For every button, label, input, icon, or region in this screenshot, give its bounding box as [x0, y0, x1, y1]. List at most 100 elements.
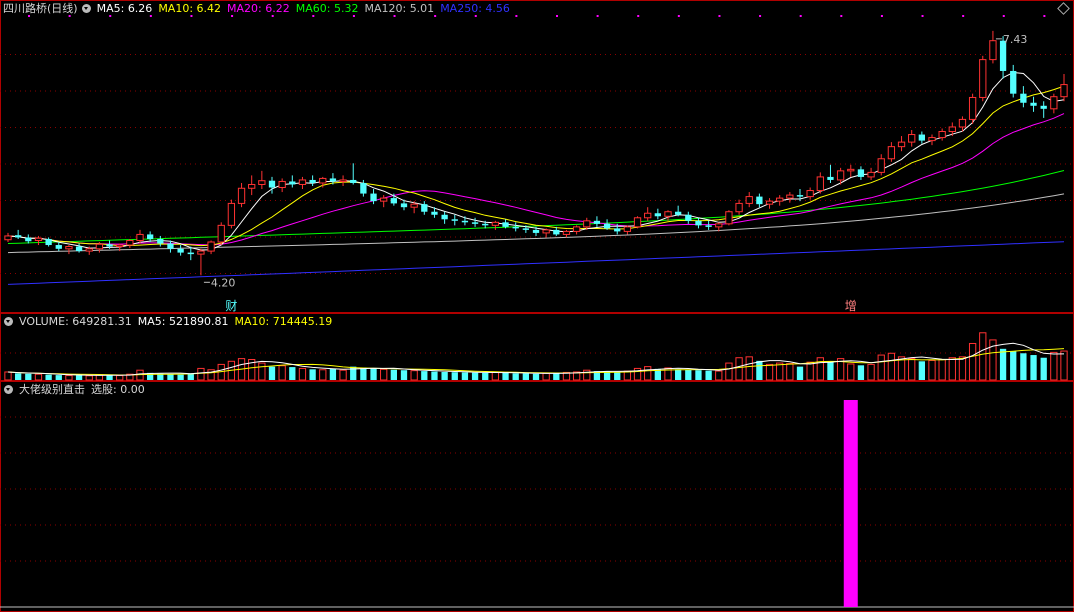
top-marker-dot	[677, 15, 680, 17]
top-marker-dot	[921, 15, 924, 17]
volume-bar-down	[421, 371, 428, 380]
volume-bar-up	[278, 365, 286, 381]
ma-value-1: 6.42	[196, 2, 222, 15]
dropdown-icon[interactable]	[4, 317, 13, 326]
volume-bar-up	[1060, 350, 1068, 381]
candle-body-up	[908, 134, 916, 143]
indicator-header: 大佬级别直击 选股: 0.00	[0, 381, 151, 398]
dropdown-icon[interactable]	[4, 385, 13, 394]
candle-body-down	[1030, 102, 1037, 106]
price-pane[interactable]: 7.43 4.20 财增 四川路桥(日线) MA5: 6.26 MA10: 6.42 MA…	[0, 0, 1074, 313]
candle-body-up	[633, 217, 642, 228]
candle-body-down	[431, 211, 438, 215]
candle-body-up	[95, 243, 104, 250]
volume-ma5-label: MA5:	[137, 315, 169, 328]
candle-body-down	[756, 196, 763, 205]
candle-body-down	[400, 203, 408, 208]
candle-body-up	[887, 146, 896, 160]
volume-bar-down	[15, 373, 22, 380]
ma10-line	[7, 85, 1065, 247]
candle-body-up	[258, 180, 266, 185]
volume-value: 649281.31	[72, 315, 132, 328]
candle-body-down	[685, 214, 692, 221]
ma5-line	[7, 71, 1065, 251]
volume-bar-down	[857, 365, 865, 380]
volume-bar-down	[1010, 351, 1017, 380]
candle-body-up	[725, 211, 733, 225]
candle-body-down	[360, 182, 367, 194]
candlestick-chart[interactable]: 7.43 4.20 财 增	[0, 0, 1074, 313]
volume-bar-down	[360, 367, 367, 380]
top-marker-dot	[596, 15, 599, 17]
event-marker: 增	[845, 299, 857, 313]
volume-bar-up	[745, 356, 753, 381]
volume-bar-up	[644, 366, 652, 381]
volume-bar-down	[471, 372, 479, 380]
volume-bar-up	[1050, 351, 1058, 381]
candle-body-down	[390, 198, 397, 204]
candle-body-up	[126, 239, 134, 246]
candle-body-down	[827, 176, 834, 180]
candle-body-down	[106, 244, 113, 247]
top-marker-dot	[1002, 15, 1005, 17]
candle-body-down	[532, 229, 540, 233]
candle-body-up	[877, 158, 885, 173]
event-marker: 财	[225, 299, 237, 313]
volume-bar-down	[532, 373, 540, 380]
volume-bar-down	[827, 361, 834, 380]
candle-body-down	[593, 220, 601, 224]
indicator-title: 大佬级别直击	[19, 383, 85, 396]
ma-label-5: MA250:	[440, 2, 486, 15]
volume-bar-down	[400, 370, 408, 380]
candle-body-down	[1040, 105, 1047, 109]
candle-body-up	[979, 59, 987, 98]
volume-bar-down	[25, 373, 32, 380]
volume-bar-up	[34, 373, 43, 381]
volume-bar-up	[491, 371, 500, 381]
volume-bar-up	[887, 352, 896, 381]
candle-body-up	[989, 40, 997, 61]
candle-body-down	[177, 248, 184, 253]
volume-bar-down	[309, 369, 316, 380]
volume-bar-down	[918, 361, 925, 380]
indicator-chart[interactable]	[0, 381, 1074, 612]
top-marker-dot	[962, 15, 965, 17]
ma-label-1: MA10:	[158, 2, 197, 15]
volume-bar-down	[329, 368, 337, 380]
volume-bar-down	[1020, 353, 1027, 380]
dropdown-icon[interactable]	[81, 4, 91, 13]
volume-bar-up	[735, 357, 743, 381]
ma-label-0: MA5:	[96, 2, 128, 15]
candle-body-up	[948, 126, 956, 133]
volume-pane[interactable]: VOLUME: 649281.31 MA5: 521890.81 MA10: 714…	[0, 313, 1074, 381]
candle-body-up	[136, 233, 144, 241]
low-price-label: 4.20	[211, 276, 236, 289]
candle-body-up	[583, 220, 591, 228]
volume-bar-down	[390, 369, 397, 380]
candle-body-up	[776, 197, 784, 202]
candle-body-up	[867, 171, 875, 178]
candle-body-down	[461, 220, 469, 223]
candle-body-down	[370, 193, 377, 202]
candle-body-up	[572, 226, 581, 232]
candle-body-down	[45, 238, 52, 246]
candle-body-up	[248, 183, 256, 189]
candle-body-down	[187, 252, 194, 255]
candle-body-up	[237, 187, 246, 204]
indicator-frame	[0, 381, 1074, 612]
candle-body-up	[4, 235, 12, 241]
volume-bar-up	[339, 369, 347, 381]
volume-bar-down	[45, 374, 52, 380]
candle-body-up	[816, 176, 824, 192]
volume-bar-up	[908, 358, 916, 381]
volume-bar-down	[756, 360, 763, 380]
indicator-pane[interactable]: 大佬级别直击 选股: 0.00	[0, 381, 1074, 612]
top-marker-dot	[1043, 15, 1046, 17]
ma-value-5: 4.56	[485, 2, 510, 15]
high-price-label: 7.43	[1003, 33, 1028, 46]
volume-ma10-label: MA10:	[234, 315, 273, 328]
volume-bar-down	[999, 348, 1007, 380]
candle-body-down	[522, 228, 529, 230]
candle-body-down	[421, 204, 428, 212]
volume-bar-up	[380, 368, 388, 381]
